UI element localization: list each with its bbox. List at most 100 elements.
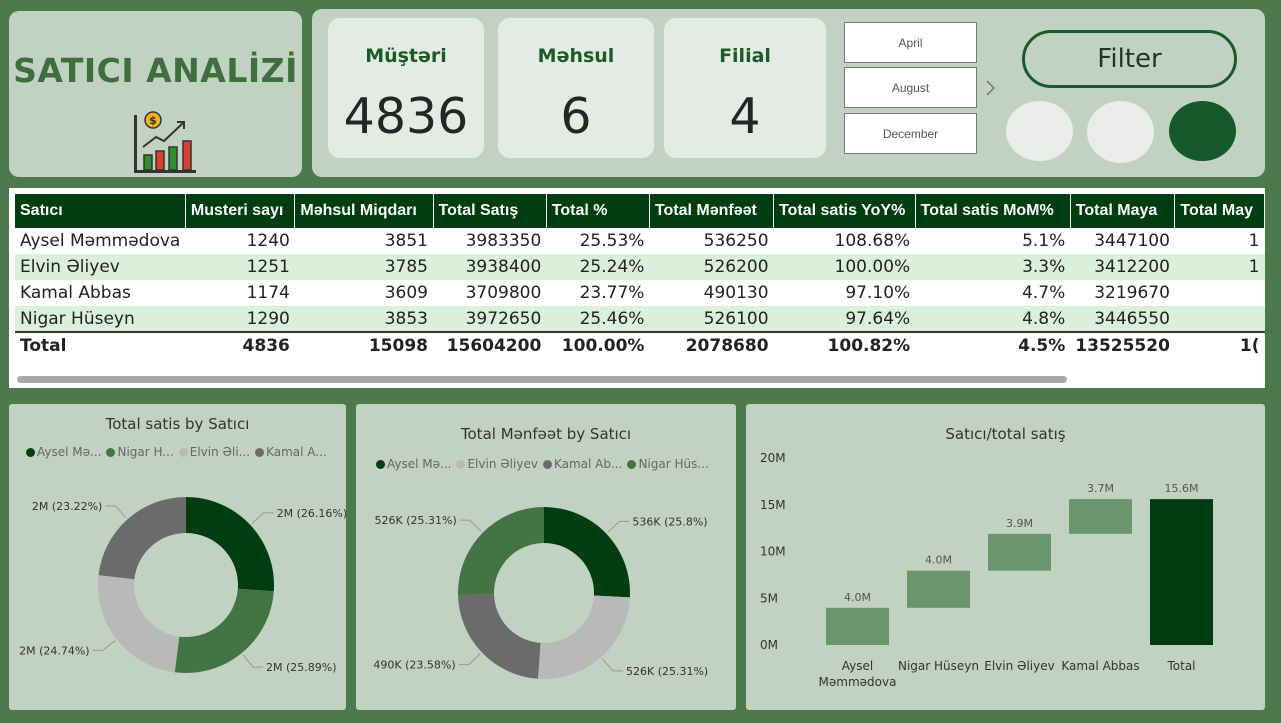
label-leader-line (607, 520, 630, 533)
label-leader-line (242, 654, 264, 668)
donut-slice[interactable] (98, 575, 180, 673)
table-cell: 25.46% (546, 306, 650, 332)
table-cell: 3219670 (1094, 283, 1170, 303)
label-leader-line (458, 653, 481, 666)
table-total-row[interactable]: Total 4836 15098 15604200 100.00% 2078680 100.… (15, 331, 1265, 358)
title-panel: SATICI ANALİZİ $ (9, 11, 302, 177)
table-cell: 3938400 (433, 254, 547, 280)
table-cell: 3851 (384, 231, 428, 251)
bar-value-label: 4.0M (925, 554, 952, 567)
donut-slice[interactable] (544, 507, 630, 598)
y-tick-label: 10M (760, 545, 786, 559)
slice-label: 526K (25.31%) (626, 665, 708, 678)
column-header[interactable]: Total May (1174, 194, 1265, 228)
kpi-value: 4836 (343, 88, 469, 145)
month-button-august[interactable]: August (844, 67, 977, 108)
label-leader-line (251, 512, 274, 525)
horizontal-scrollbar[interactable] (17, 376, 1067, 383)
kpi-panel: Müştəri 4836 Məhsul 6 Filial 4 April Aug… (312, 9, 1265, 177)
column-header[interactable]: Total Maya (1070, 194, 1176, 228)
donut-slice[interactable] (98, 497, 186, 580)
table-header-row: Satıcı Musteri sayı Məhsul Miqdarı Total… (15, 194, 1265, 228)
x-category-label: Məmmədova (819, 675, 897, 689)
slice-label: 2M (25.89%) (266, 661, 337, 674)
slice-label: 526K (25.31%) (375, 514, 457, 527)
table-cell: Kamal Abbas (20, 283, 131, 303)
table-cell: 25.53% (579, 231, 645, 251)
month-button-april[interactable]: April (844, 22, 977, 63)
column-header[interactable]: Total Satış (433, 194, 547, 228)
column-header[interactable]: Total satis MoM% (915, 194, 1071, 228)
donut-slice[interactable] (458, 507, 544, 595)
table-cell: 100.00% (773, 254, 916, 280)
table-cell: 3609 (384, 283, 428, 303)
slice-label: 2M (26.16%) (277, 507, 346, 520)
table-cell: 1( (1174, 331, 1265, 358)
table-cell: 3412200 (1070, 254, 1175, 280)
column-header[interactable]: Total satis YoY% (773, 194, 916, 228)
waterfall-chart: 0M 5M 10M 15M 20M 4.0M Aysel Məmmədova 4.0M Nigar… (760, 451, 1213, 689)
sales-by-seller-chart-panel: Total satis by Satıcı Aysel Mə... Nigar H… (9, 404, 346, 710)
table-cell: 1174 (246, 283, 290, 303)
table-cell (1175, 280, 1265, 306)
column-header[interactable]: Məhsul Miqdarı (294, 194, 434, 228)
table-cell: 4.5% (915, 331, 1071, 358)
table-cell: 97.10% (845, 283, 911, 303)
kpi-card-mehsul: Məhsul 6 (498, 18, 654, 158)
table-cell: 3.3% (915, 254, 1071, 280)
column-header[interactable]: Total % (546, 194, 650, 228)
table-cell: 3983350 (465, 231, 542, 251)
donut-slice[interactable] (458, 593, 541, 679)
waterfall-bar[interactable] (1069, 499, 1132, 534)
table-cell: Total (15, 331, 186, 358)
month-button-december[interactable]: December (844, 113, 977, 154)
bar-value-label: 4.0M (844, 591, 871, 604)
table-cell: 4.8% (915, 306, 1071, 332)
bar-value-label: 15.6M (1165, 482, 1199, 495)
table-cell: 3853 (294, 306, 433, 332)
donut-slice[interactable] (538, 595, 630, 679)
column-header[interactable]: Satıcı (15, 194, 186, 228)
toggle-circle-3[interactable] (1169, 101, 1236, 161)
kpi-label: Müştəri (365, 45, 447, 67)
donut-slice[interactable] (174, 588, 274, 673)
table-cell: 25.24% (546, 254, 650, 280)
table-cell: 100.00% (546, 331, 650, 358)
filter-button[interactable]: Filter (1022, 30, 1237, 88)
waterfall-bar[interactable] (907, 570, 970, 608)
table-cell: 490130 (703, 283, 769, 303)
kpi-value: 6 (560, 88, 592, 145)
waterfall-bar[interactable] (988, 533, 1051, 571)
column-header[interactable]: Total Mənfəət (649, 194, 775, 228)
table-cell: 13525520 (1070, 331, 1175, 358)
table-cell: 4.7% (1022, 283, 1066, 303)
x-category-label: Aysel (842, 659, 873, 673)
kpi-label: Məhsul (537, 45, 615, 67)
table-cell: 1251 (185, 254, 295, 280)
table-cell: 3447100 (1094, 231, 1170, 251)
table-row[interactable]: Kamal Abbas 1174 3609 3709800 23.77% 490130 97… (15, 280, 1265, 306)
table-row[interactable]: Nigar Hüseyn 1290 3853 3972650 25.46% 526100 9… (15, 306, 1265, 332)
table-cell: 2078680 (649, 331, 774, 358)
waterfall-bar[interactable] (826, 607, 889, 645)
page-title: SATICI ANALİZİ (13, 51, 298, 90)
table-cell: 526100 (649, 306, 774, 332)
slice-label: 536K (25.8%) (632, 515, 707, 528)
label-leader-line (459, 519, 482, 532)
profit-by-seller-chart-panel: Total Mənfəət by Satıcı Aysel Mə... Elvin… (356, 404, 736, 710)
waterfall-bar[interactable] (1150, 499, 1213, 645)
y-tick-label: 20M (760, 451, 786, 465)
toggle-circle-1[interactable] (1006, 101, 1073, 161)
label-leader-line (105, 505, 127, 519)
table-row[interactable]: Aysel Məmmədova 1240 3851 3983350 25.53% 5362… (15, 228, 1265, 254)
y-tick-label: 0M (760, 638, 778, 652)
chevron-right-icon[interactable] (984, 75, 998, 101)
growth-chart-icon: $ (134, 111, 196, 173)
donut-slice[interactable] (186, 497, 274, 592)
table-row[interactable]: Elvin Əliyev 1251 3785 3938400 25.24% 526200 1… (15, 254, 1265, 280)
table-cell: Elvin Əliyev (15, 254, 186, 280)
column-header[interactable]: Musteri sayı (185, 194, 296, 228)
y-tick-label: 15M (760, 498, 786, 512)
table-cell: 3785 (294, 254, 433, 280)
toggle-circle-2[interactable] (1087, 101, 1154, 163)
